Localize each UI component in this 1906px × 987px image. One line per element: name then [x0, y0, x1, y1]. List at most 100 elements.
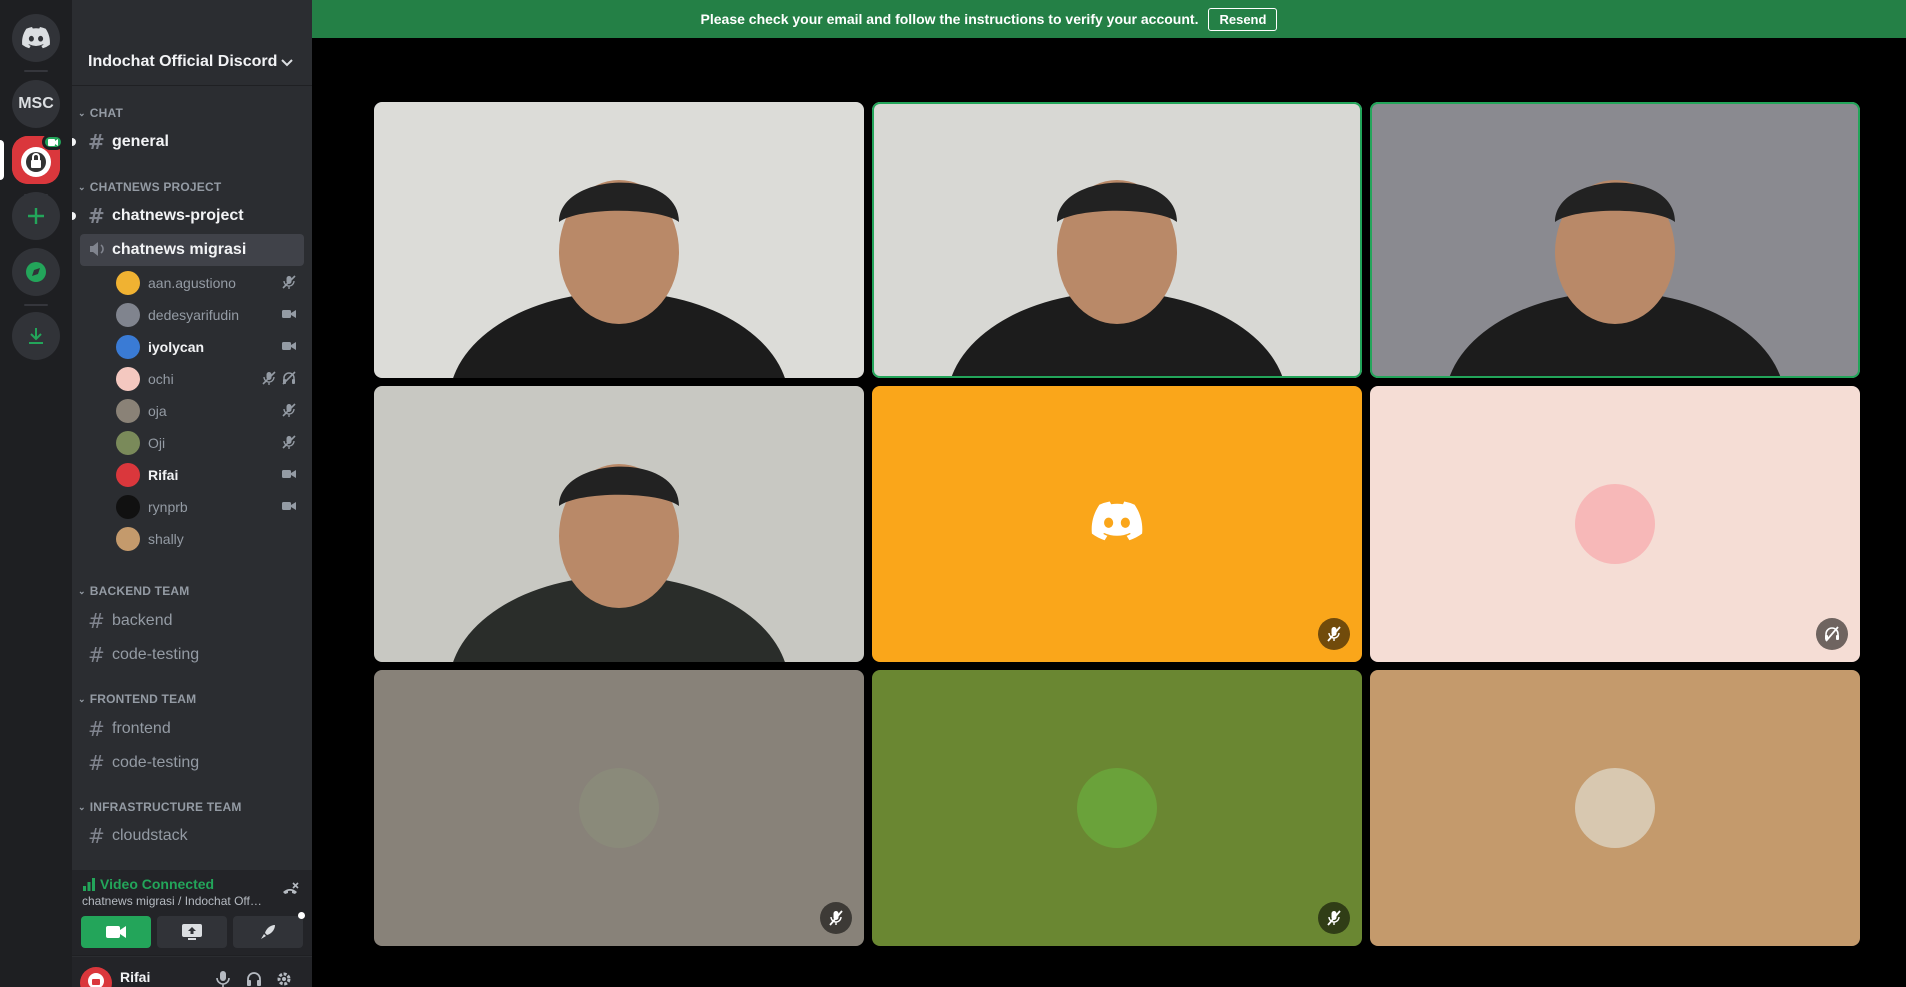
- category-arrow-icon: ⌄: [78, 585, 86, 596]
- video-badge-icon: [42, 134, 64, 150]
- rocket-icon: [261, 925, 275, 939]
- channel-label: cloudstack: [112, 827, 188, 844]
- hulk-avatar-tile[interactable]: [872, 670, 1362, 946]
- discord-home-icon[interactable]: [12, 14, 60, 62]
- activity-button[interactable]: [233, 916, 303, 948]
- channel-cloudstack[interactable]: # cloudstack: [80, 820, 304, 852]
- voice-user-shally[interactable]: shally: [108, 524, 304, 554]
- channel-label: code-testing: [112, 754, 200, 771]
- voice-channel-chatnews-migrasi[interactable]: chatnews migrasi: [80, 234, 304, 266]
- voice-user-status-icons: [282, 435, 296, 452]
- category-infrastructure-team[interactable]: ⌄ INFRASTRUCTURE TEAM: [72, 797, 242, 817]
- category-label: FRONTEND TEAM: [89, 692, 197, 706]
- anime-avatar-tile[interactable]: [1370, 386, 1860, 662]
- voice-user-name: iyolycan: [148, 339, 205, 355]
- channel-general[interactable]: # general: [80, 126, 304, 158]
- user-avatar: [116, 495, 140, 519]
- voice-user-ochi[interactable]: ochi: [108, 364, 304, 394]
- voice-user-rynprb[interactable]: rynprb: [108, 492, 304, 522]
- voice-user-aan-agustiono[interactable]: aan.agustiono: [108, 268, 304, 298]
- video-tile-2[interactable]: [872, 102, 1362, 378]
- video-tile-1[interactable]: [374, 102, 864, 378]
- participant-avatar: [1077, 768, 1157, 848]
- hash-icon: #: [88, 643, 105, 667]
- participant-video-icon: [374, 386, 864, 662]
- muted-icon: [820, 902, 852, 934]
- voice-status-label: Video Connected: [100, 876, 215, 892]
- voice-user-status-icons: [282, 307, 296, 323]
- server-header[interactable]: Indochat Official Discord: [72, 38, 312, 86]
- screen-share-button[interactable]: [157, 916, 227, 948]
- voice-user-name: Rifai: [148, 467, 179, 483]
- category-backend-team[interactable]: ⌄ BACKEND TEAM: [72, 581, 189, 601]
- settings-gear-icon[interactable]: [276, 971, 292, 987]
- channel-label: chatnews migrasi: [112, 241, 247, 258]
- user-avatar: [116, 527, 140, 551]
- voice-user-oja[interactable]: oja: [108, 396, 304, 426]
- server-msc[interactable]: MSC: [12, 80, 60, 128]
- channel-label: backend: [112, 612, 173, 629]
- disconnect-icon[interactable]: [280, 880, 300, 905]
- voice-user-status-icons: [282, 339, 296, 355]
- shally-avatar-tile[interactable]: [1370, 670, 1860, 946]
- video-tile-3[interactable]: [1370, 102, 1860, 378]
- muted-icon: [262, 371, 276, 388]
- muted-icon: [282, 403, 296, 420]
- channel-label: code-testing: [112, 646, 200, 663]
- hash-icon: #: [88, 824, 105, 848]
- add-server-icon[interactable]: [12, 192, 60, 240]
- user-panel: Rifai: [72, 957, 312, 987]
- participant-video-icon: [374, 102, 864, 378]
- microphone-icon[interactable]: [216, 971, 230, 987]
- muted-icon: [282, 435, 296, 452]
- voice-user-name: shally: [148, 531, 184, 547]
- channel-frontend-code-testing[interactable]: # code-testing: [80, 747, 304, 779]
- voice-location[interactable]: chatnews migrasi / Indochat Offic...: [82, 894, 262, 908]
- camera-icon: [282, 499, 296, 515]
- voice-user-oji[interactable]: Oji: [108, 428, 304, 458]
- camera-icon: [282, 307, 296, 323]
- voice-user-status-icons: [282, 275, 296, 292]
- category-arrow-icon: ⌄: [78, 693, 86, 704]
- category-arrow-icon: ⌄: [78, 801, 86, 812]
- category-chat[interactable]: ⌄ CHAT: [72, 103, 123, 123]
- resend-button[interactable]: Resend: [1208, 7, 1278, 31]
- voice-user-rifai[interactable]: Rifai: [108, 460, 304, 490]
- voice-user-name: oja: [148, 403, 167, 419]
- new-activity-dot: [298, 912, 305, 919]
- camera-toggle-button[interactable]: [81, 916, 151, 948]
- participant-avatar: [579, 768, 659, 848]
- video-tile-4[interactable]: [374, 386, 864, 662]
- discord-avatar-tile[interactable]: [872, 386, 1362, 662]
- participant-video-icon: [1370, 102, 1860, 378]
- download-icon[interactable]: [12, 312, 60, 360]
- server-name: Indochat Official Discord: [88, 52, 278, 70]
- user-avatar: [116, 367, 140, 391]
- category-arrow-icon: ⌄: [78, 181, 86, 192]
- muted-icon: [1318, 618, 1350, 650]
- voice-user-dedesyarifudin[interactable]: dedesyarifudin: [108, 300, 304, 330]
- voice-user-status-icons: [282, 499, 296, 515]
- oja-avatar-tile[interactable]: [374, 670, 864, 946]
- user-avatar[interactable]: [80, 967, 112, 987]
- signal-icon: [83, 878, 95, 891]
- explore-icon[interactable]: [12, 248, 60, 296]
- user-avatar: [116, 271, 140, 295]
- headphones-icon[interactable]: [246, 971, 262, 987]
- voice-user-name: dedesyarifudin: [148, 307, 240, 323]
- category-chatnews-project[interactable]: ⌄ CHATNEWS PROJECT: [72, 177, 221, 197]
- channel-backend[interactable]: # backend: [80, 605, 304, 637]
- category-label: CHAT: [89, 106, 123, 120]
- user-avatar: [116, 431, 140, 455]
- speaker-icon: [88, 238, 112, 262]
- discord-app: MSC Please check your email and follow t…: [0, 0, 1906, 987]
- channel-backend-code-testing[interactable]: # code-testing: [80, 639, 304, 671]
- hash-icon: #: [88, 130, 105, 154]
- channel-label: frontend: [112, 720, 171, 737]
- channel-frontend[interactable]: # frontend: [80, 713, 304, 745]
- user-avatar: [116, 303, 140, 327]
- channel-chatnews-project[interactable]: # chatnews-project: [80, 200, 304, 232]
- voice-user-iyolycan[interactable]: iyolycan: [108, 332, 304, 362]
- category-frontend-team[interactable]: ⌄ FRONTEND TEAM: [72, 689, 196, 709]
- voice-user-name: ochi: [148, 371, 174, 387]
